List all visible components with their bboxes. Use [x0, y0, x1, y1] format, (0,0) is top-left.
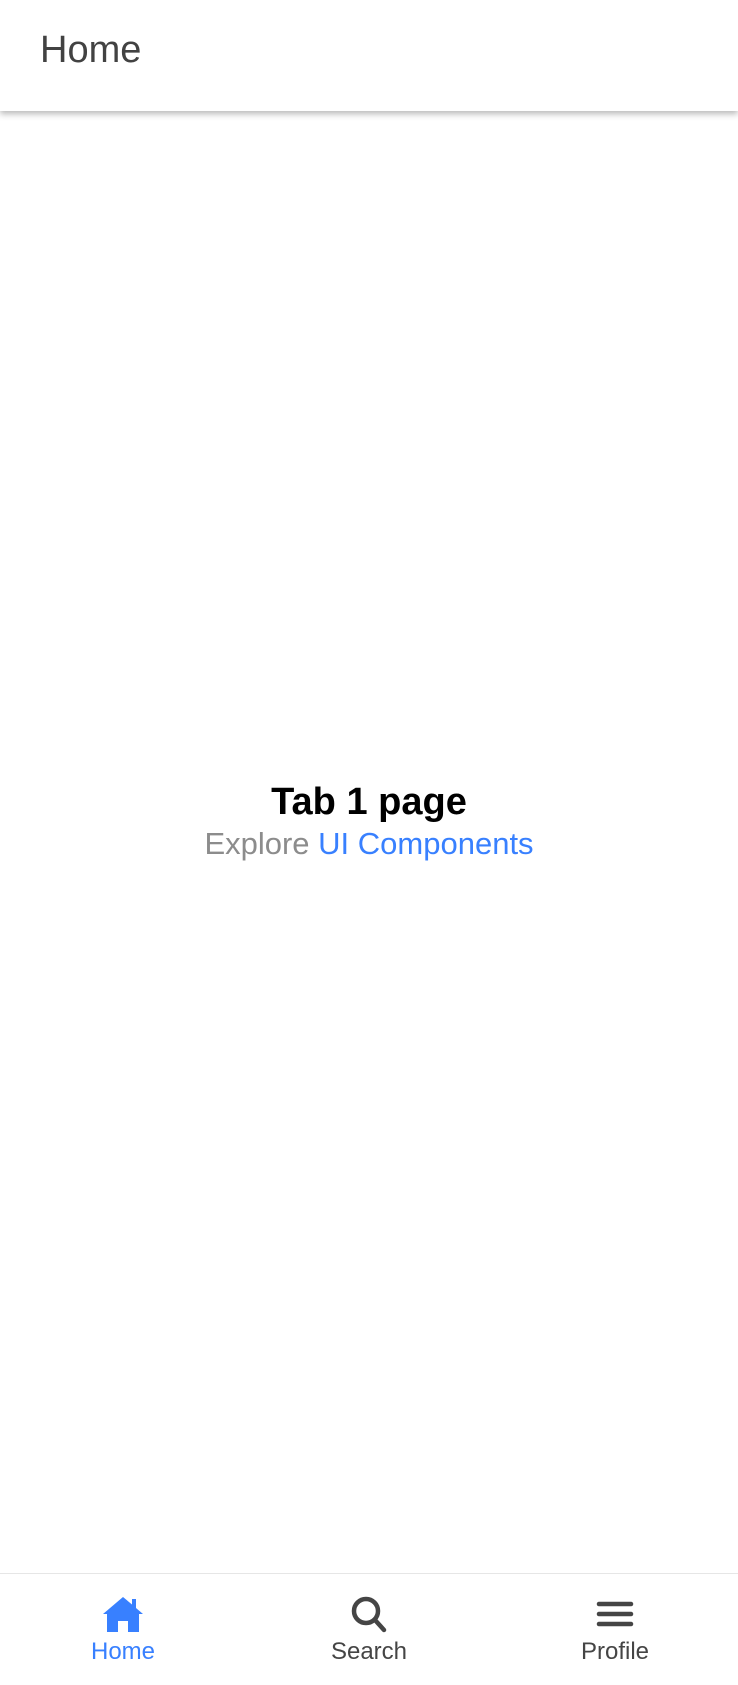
tab-profile-label: Profile — [580, 1638, 650, 1665]
search-icon — [347, 1594, 391, 1634]
app-root: Home Tab 1 page Explore UI Components Ho… — [0, 0, 738, 1685]
page-title: Home — [40, 29, 142, 71]
tab-search-label: Search — [330, 1638, 408, 1665]
explore-line: Explore UI Components — [204, 824, 533, 864]
main-content: Tab 1 page Explore UI Components — [0, 111, 738, 1573]
bottom-tab-bar: Home Search Profile — [0, 1573, 738, 1685]
tab-page-heading: Tab 1 page — [271, 780, 467, 823]
menu-icon — [593, 1594, 637, 1634]
tab-profile[interactable]: Profile — [492, 1574, 738, 1685]
tab-search[interactable]: Search — [246, 1574, 492, 1685]
ui-components-link[interactable]: UI Components — [318, 826, 533, 861]
tab-home-label: Home — [90, 1638, 156, 1665]
toolbar-header: Home — [0, 0, 738, 111]
explore-prefix: Explore — [204, 825, 319, 861]
home-icon — [101, 1594, 145, 1634]
content-container: Tab 1 page Explore UI Components — [204, 780, 533, 864]
tab-home[interactable]: Home — [0, 1574, 246, 1685]
